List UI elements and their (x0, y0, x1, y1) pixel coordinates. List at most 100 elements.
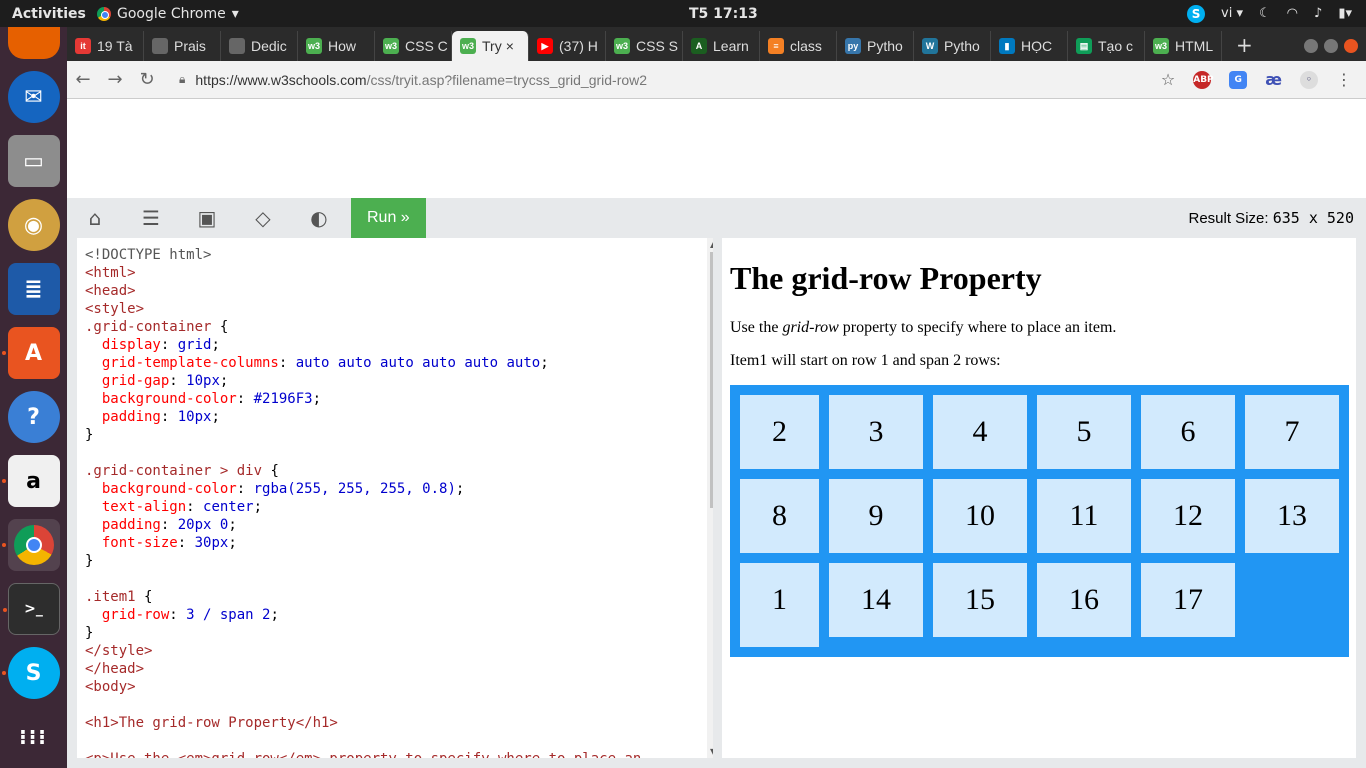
browser-tab-strip: it 19 Tà Prais Dedic w3 How w3 CSS C w3 Try × ▶ (37)… (67, 27, 1366, 61)
terminal-launcher-icon[interactable]: >_ (2, 583, 60, 635)
window-controls (1304, 31, 1366, 61)
skype-tray-icon[interactable]: S (1187, 4, 1206, 23)
tab-favicon-icon: ≡ (768, 38, 784, 54)
tab-favicon-icon: it (75, 38, 91, 54)
tab-title: HỌC (1021, 38, 1053, 54)
tab-title: CSS C (405, 38, 448, 54)
ae-extension-icon[interactable]: æ (1265, 70, 1282, 89)
scroll-up-icon[interactable]: ▲ (710, 240, 713, 249)
browser-tab[interactable]: A Learn (683, 31, 760, 61)
tab-title: HTML (1175, 38, 1214, 54)
tryit-toolbar: ⌂ ☰ ▣ ◇ ◐ Run » Result Size: 635 x 520 (67, 198, 1366, 238)
keyboard-language[interactable]: vi ▾ (1221, 6, 1243, 21)
skype-launcher-icon[interactable]: S (1, 647, 60, 699)
libreoffice-writer-launcher-icon[interactable]: ≣ (7, 263, 60, 315)
firefox-launcher-icon[interactable] (7, 27, 60, 59)
files-launcher-icon[interactable]: ▭ (7, 135, 60, 187)
chrome-icon (97, 6, 111, 21)
reload-button[interactable]: ↻ (131, 69, 163, 90)
thunderbird-launcher-icon[interactable]: ✉ (7, 71, 60, 123)
browser-tab[interactable]: w3 How (298, 31, 375, 61)
minimize-button[interactable] (1304, 39, 1318, 53)
tab-title: Learn (713, 38, 749, 54)
grid-item: 13 (1245, 479, 1339, 553)
browser-tab[interactable]: w3 HTML (1145, 31, 1222, 61)
browser-tab[interactable]: w3 CSS C (375, 31, 452, 61)
maximize-button[interactable] (1324, 39, 1338, 53)
help-launcher-icon[interactable]: ? (7, 391, 60, 443)
volume-icon[interactable]: ♪ (1314, 6, 1322, 21)
wifi-icon[interactable]: ◠ (1287, 6, 1298, 21)
clock[interactable]: T5 17:13 (689, 6, 758, 22)
grid-item: 12 (1141, 479, 1235, 553)
new-tab-button[interactable]: + (1222, 31, 1267, 61)
adblock-extension-icon[interactable]: ABP (1193, 70, 1214, 89)
code-text[interactable]: <!DOCTYPE html> <html> <head> <style> .g… (77, 238, 713, 758)
address-bar[interactable]: https://www.w3schools.com/css/tryit.asp?… (195, 72, 647, 88)
browser-tab[interactable]: W Pytho (914, 31, 991, 61)
menu-icon[interactable]: ☰ (123, 198, 179, 238)
code-editor[interactable]: <!DOCTYPE html> <html> <head> <style> .g… (77, 238, 713, 758)
scroll-down-icon[interactable]: ▼ (710, 747, 713, 756)
tab-favicon-icon: W (922, 38, 938, 54)
result-intro: Use the grid-row property to specify whe… (730, 319, 1117, 336)
app-menu[interactable]: Google Chrome ▾ (97, 6, 239, 22)
browser-tab[interactable]: Dedic (221, 31, 298, 61)
code-scrollbar[interactable]: ▲ ▼ (707, 238, 713, 758)
editor-panes: <!DOCTYPE html> <html> <head> <style> .g… (67, 238, 1366, 768)
browser-tab[interactable]: Prais (144, 31, 221, 61)
ad-space (67, 99, 1366, 198)
system-tray: S vi ▾ ☾ ◠ ♪ ▮▾ (1187, 4, 1352, 23)
tab-favicon-icon: w3 (383, 38, 399, 54)
tab-favicon-icon: w3 (306, 38, 322, 54)
grid-item: 16 (1037, 563, 1131, 637)
run-button[interactable]: Run » (351, 198, 426, 238)
browser-toolbar: ← → ↻ 🔒︎ https://www.w3schools.com/css/t… (67, 61, 1366, 99)
close-window-button[interactable] (1344, 39, 1358, 53)
chevron-down-icon: ▾ (231, 5, 239, 22)
night-mode-icon[interactable]: ☾ (1259, 6, 1271, 21)
grid-item: 7 (1245, 395, 1339, 469)
rhythmbox-launcher-icon[interactable]: ◉ (7, 199, 60, 251)
rotate-icon[interactable]: ◇ (235, 198, 291, 238)
amazon-launcher-icon[interactable]: a (1, 455, 60, 507)
tab-favicon-icon: w3 (614, 38, 630, 54)
home-icon[interactable]: ⌂ (67, 198, 123, 238)
browser-tab[interactable]: py Pytho (837, 31, 914, 61)
show-applications-icon[interactable]: ⁝⁝⁝ (8, 711, 60, 763)
tab-title: Dedic (251, 38, 287, 54)
tab-title: Pytho (867, 38, 903, 54)
google-translate-extension-icon[interactable]: G (1229, 70, 1248, 89)
browser-tab[interactable]: ▤ Tạo c (1068, 31, 1145, 61)
activities-button[interactable]: Activities (0, 6, 97, 22)
domain-extension-icon[interactable]: ◦ (1300, 70, 1318, 89)
software-center-launcher-icon[interactable]: A (1, 327, 60, 379)
tab-title: Prais (174, 38, 206, 54)
browser-tab[interactable]: w3 Try × (452, 31, 529, 61)
browser-tab[interactable]: w3 CSS S (606, 31, 683, 61)
browser-tab[interactable]: ▶ (37) H (529, 31, 606, 61)
chrome-launcher-icon[interactable] (1, 519, 60, 571)
chrome-menu-icon[interactable]: ⋮ (1336, 70, 1352, 89)
grid-item: 9 (829, 479, 923, 553)
tab-title: How (328, 38, 357, 54)
back-button[interactable]: ← (67, 69, 99, 90)
browser-tab[interactable]: ▮ HỌC (991, 31, 1068, 61)
ubuntu-launcher: ✉ ▭ ◉ ≣ A ? a >_ S ⁝⁝⁝ (0, 27, 67, 768)
result-heading: The grid-row Property (730, 260, 1042, 296)
forward-button[interactable]: → (99, 69, 131, 90)
save-icon[interactable]: ▣ (179, 198, 235, 238)
scrollbar-thumb[interactable] (710, 252, 713, 508)
browser-tab[interactable]: it 19 Tà (67, 31, 144, 61)
theme-toggle-icon[interactable]: ◐ (291, 198, 347, 238)
battery-icon[interactable]: ▮▾ (1338, 6, 1352, 21)
browser-tab[interactable]: ≡ class (760, 31, 837, 61)
result-frame: The grid-row Property Use the grid-row p… (722, 238, 1356, 758)
lock-icon[interactable]: 🔒︎ (179, 72, 185, 87)
close-tab-icon[interactable]: × (506, 38, 514, 54)
grid-item: 1 (740, 563, 819, 647)
grid-item: 5 (1037, 395, 1131, 469)
grid-item: 14 (829, 563, 923, 637)
bookmark-star-icon[interactable]: ☆ (1161, 70, 1175, 89)
grid-item: 8 (740, 479, 819, 553)
